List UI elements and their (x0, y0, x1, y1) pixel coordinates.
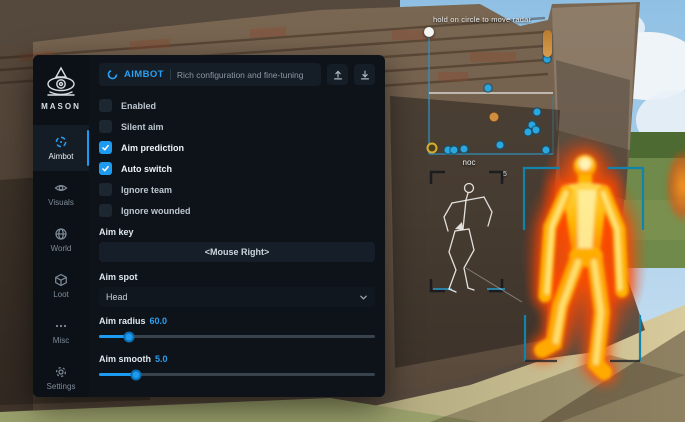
checkbox-label: Enabled (121, 101, 156, 111)
checkbox-label: Ignore team (121, 185, 172, 195)
radar-dot-blue (451, 147, 458, 154)
sidebar-item-world[interactable]: World (33, 217, 89, 263)
checkbox-box (99, 162, 112, 175)
checkbox-auto-switch[interactable]: Auto switch (99, 158, 375, 179)
eye-icon (54, 181, 68, 195)
aim-key-label: Aim key (99, 227, 375, 237)
aim-radius-slider[interactable] (99, 331, 375, 342)
radar-dot-blue (533, 127, 540, 134)
esp-distance-label: 5 (503, 171, 507, 178)
checkbox-label: Silent aim (121, 122, 164, 132)
sidebar-item-label: World (51, 244, 72, 253)
checkbox-ignore-team[interactable]: Ignore team (99, 179, 375, 200)
sidebar-item-label: Loot (53, 290, 69, 299)
aim-smooth-value: 5.0 (155, 354, 168, 364)
checkbox-ignore-wounded[interactable]: Ignore wounded (99, 200, 375, 221)
aim-radius-value: 60.0 (150, 316, 168, 326)
radar-dot-blue (534, 109, 541, 116)
sidebar-item-settings[interactable]: Settings (33, 355, 89, 401)
aim-spot-value: Head (106, 292, 128, 302)
download-icon (359, 69, 371, 81)
sidebar-item-label: Settings (47, 382, 76, 391)
checkbox-box (99, 120, 112, 133)
slider-thumb[interactable] (124, 331, 135, 342)
tab-title: AIMBOT (124, 69, 164, 80)
aim-smooth-slider[interactable] (99, 369, 375, 380)
aim-spot-label: Aim spot (99, 272, 375, 282)
tab-header: AIMBOT Rich configuration and fine-tunin… (99, 63, 321, 86)
radar-dot-blue (543, 147, 550, 154)
import-config-button[interactable] (327, 64, 348, 85)
radar-tooltip: hold on circle to move radar (433, 15, 531, 24)
checkbox-box (99, 99, 112, 112)
tab-subtitle: Rich configuration and fine-tuning (177, 70, 304, 80)
slider-track (99, 335, 375, 338)
aim-smooth-label: Aim smooth (99, 354, 151, 364)
radar-dot-blue (497, 142, 504, 149)
checkbox-box (99, 183, 112, 196)
aimbot-tab-content: AIMBOT Rich configuration and fine-tunin… (89, 55, 385, 397)
checkbox-box (99, 141, 112, 154)
loading-ring-icon (107, 69, 118, 80)
radar-dot-blue (485, 85, 492, 92)
divider (170, 69, 171, 80)
chevron-down-icon (359, 293, 368, 302)
checkbox-aim-prediction[interactable]: Aim prediction (99, 137, 375, 158)
check-icon (101, 143, 110, 152)
cheat-menu-window: MASON Aimbot Visuals (33, 55, 385, 397)
sidebar-item-visuals[interactable]: Visuals (33, 171, 89, 217)
checkbox-label: Aim prediction (121, 143, 184, 153)
gear-icon (54, 365, 68, 379)
crosshair-icon (54, 135, 68, 149)
slider-thumb[interactable] (131, 369, 142, 380)
radar-dot-blue (525, 129, 532, 136)
off-radar-marker-capsule (543, 30, 552, 57)
checkbox-silent-aim[interactable]: Silent aim (99, 116, 375, 137)
radar-dot-self (427, 143, 438, 154)
brand-logo: MASON (40, 65, 82, 111)
sidebar-item-label: Aimbot (49, 152, 74, 161)
offscreen-glow-entity (660, 138, 685, 234)
aim-radius-label: Aim radius (99, 316, 146, 326)
upload-icon (332, 69, 344, 81)
sidebar-item-loot[interactable]: Loot (33, 263, 89, 309)
aim-spot-dropdown[interactable]: Head (99, 287, 375, 307)
aim-key-bind-button[interactable]: <Mouse Right> (99, 242, 375, 262)
brand-name: MASON (41, 102, 81, 111)
sidebar-item-misc[interactable]: Misc (33, 309, 89, 355)
radar-dot-blue (461, 146, 468, 153)
masonic-eye-icon (40, 65, 82, 99)
checkbox-box (99, 204, 112, 217)
checkbox-label: Ignore wounded (121, 206, 191, 216)
sidebar-item-label: Misc (53, 336, 69, 345)
sidebar-item-aimbot[interactable]: Aimbot (33, 125, 89, 171)
globe-icon (54, 227, 68, 241)
ellipsis-icon (54, 319, 68, 333)
radar[interactable] (429, 32, 553, 155)
checkbox-enabled[interactable]: Enabled (99, 95, 375, 116)
sidebar-item-label: Visuals (48, 198, 74, 207)
sidebar: MASON Aimbot Visuals (33, 55, 89, 397)
radar-dot-orange (490, 113, 499, 122)
esp-player-name: noc (453, 158, 485, 167)
export-config-button[interactable] (354, 64, 375, 85)
check-icon (101, 164, 110, 173)
crate-icon (54, 273, 68, 287)
checkbox-label: Auto switch (121, 164, 172, 174)
